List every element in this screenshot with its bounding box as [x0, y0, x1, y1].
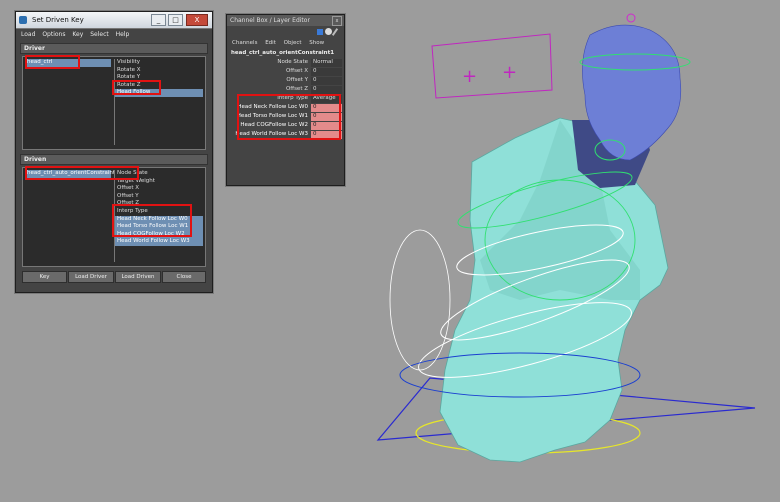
channel-box-title: Channel Box / Layer Editor — [230, 17, 310, 24]
channel-icon[interactable] — [317, 29, 323, 35]
set-driven-key-window: Set Driven Key _ □ X Load Options Key Se… — [15, 11, 213, 293]
list-item[interactable]: Head World Follow Loc W3 — [115, 238, 203, 246]
menu-options[interactable]: Options — [42, 29, 65, 41]
channel-row[interactable]: Offset Y0 — [229, 77, 342, 85]
head-top-control[interactable] — [626, 13, 636, 23]
sdk-title: Set Driven Key — [32, 16, 84, 24]
channel-box-menubar: Channels Edit Object Show — [227, 38, 344, 48]
channel-row[interactable]: Offset Z0 — [229, 86, 342, 94]
channel-box-close-icon[interactable]: x — [332, 16, 342, 26]
sdk-menubar: Load Options Key Select Help — [16, 29, 212, 41]
channel-box-toolbar-icons — [317, 28, 341, 38]
load-driven-button[interactable]: Load Driven — [115, 271, 161, 283]
eye-aim-control[interactable] — [431, 33, 553, 99]
svg-text:+: + — [462, 66, 477, 87]
driven-section-header[interactable]: Driven — [20, 154, 208, 165]
maya-app-icon — [19, 16, 27, 24]
menu-help[interactable]: Help — [116, 29, 130, 41]
channel-box-titlebar[interactable]: Channel Box / Layer Editor x — [227, 15, 344, 26]
channel-box-window: Channel Box / Layer Editor x Channels Ed… — [226, 14, 345, 186]
minimize-button[interactable]: _ — [151, 14, 166, 26]
list-item[interactable]: Visibility — [115, 59, 203, 67]
sdk-button-bar: Key Load Driver Load Driven Close — [22, 271, 206, 283]
list-item[interactable]: Rotate X — [115, 67, 203, 75]
menu-load[interactable]: Load — [21, 29, 35, 41]
highlight-driver-attribute — [112, 80, 161, 95]
sdk-titlebar[interactable]: Set Driven Key _ □ X — [16, 12, 212, 29]
svg-text:+: + — [502, 62, 517, 83]
menu-show[interactable]: Show — [309, 40, 324, 46]
menu-object[interactable]: Object — [284, 40, 302, 46]
highlight-driven-object — [25, 166, 139, 180]
driver-section-header[interactable]: Driver — [20, 43, 208, 54]
channel-row[interactable]: Offset X0 — [229, 68, 342, 76]
menu-key[interactable]: Key — [72, 29, 83, 41]
driver-attribute-list[interactable]: Visibility Rotate X Rotate Y Rotate Z He… — [114, 59, 203, 145]
menu-channels[interactable]: Channels — [232, 40, 257, 46]
highlight-driver-object — [25, 55, 80, 69]
channel-row[interactable]: Node State Normal — [229, 59, 342, 67]
highlight-channels — [237, 94, 341, 140]
list-item[interactable]: Offset Y — [115, 193, 203, 201]
channel-box-object-name[interactable]: head_ctrl_auto_orientConstraint1 — [231, 50, 334, 56]
pencil-icon[interactable] — [331, 28, 339, 36]
close-button[interactable]: Close — [162, 271, 206, 283]
menu-edit[interactable]: Edit — [265, 40, 276, 46]
list-item[interactable]: Offset X — [115, 185, 203, 193]
load-driver-button[interactable]: Load Driver — [68, 271, 114, 283]
driver-pane: head_ctrl Visibility Rotate X Rotate Y R… — [22, 56, 206, 150]
maximize-button[interactable]: □ — [168, 14, 183, 26]
driven-object-list[interactable]: head_ctrl_auto_orientConstraint1 — [25, 170, 119, 262]
close-window-button[interactable]: X — [186, 14, 208, 26]
key-button[interactable]: Key — [22, 271, 67, 283]
highlight-driven-attributes — [112, 204, 192, 237]
driver-object-list[interactable]: head_ctrl — [25, 59, 111, 145]
menu-select[interactable]: Select — [90, 29, 109, 41]
